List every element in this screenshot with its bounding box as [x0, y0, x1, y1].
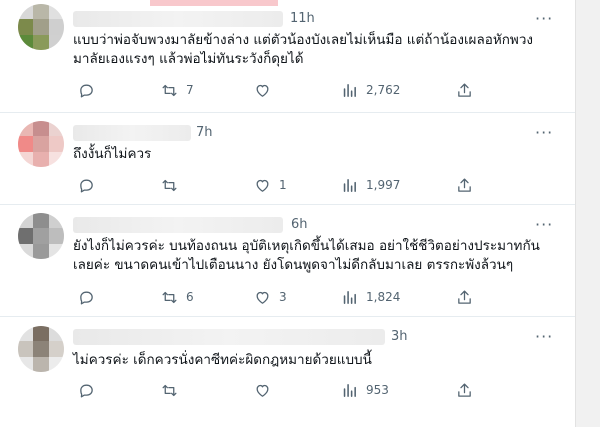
timestamp[interactable]: 3h: [391, 329, 408, 344]
reply-icon: [80, 84, 93, 97]
views-button[interactable]: 1,997: [341, 175, 400, 195]
more-icon[interactable]: ···: [535, 11, 553, 27]
redacted-username: [73, 217, 283, 233]
share-icon: [458, 382, 471, 397]
retweet-icon: [162, 384, 177, 396]
timestamp[interactable]: 7h: [196, 125, 213, 140]
retweet-button[interactable]: 6: [161, 287, 194, 307]
views-icon: [343, 83, 356, 97]
views-button[interactable]: 2,762: [341, 80, 400, 100]
retweet-button[interactable]: 7: [161, 80, 194, 100]
tweet-text: แบบว่าพ่อจับพวงมาลัยข้างล่าง แต่ตัวน้องบ…: [73, 32, 533, 67]
scrollbar[interactable]: [575, 0, 600, 427]
reply-button[interactable]: [78, 287, 103, 307]
retweet-icon: [162, 84, 177, 96]
reply-icon: [80, 291, 93, 304]
avatar[interactable]: [18, 326, 64, 372]
reply-button[interactable]: [78, 175, 103, 195]
reply-button[interactable]: [78, 80, 103, 100]
views-button[interactable]: 953: [341, 380, 389, 400]
share-button[interactable]: [456, 80, 473, 100]
tweet-text: ถึงงั้นก็ไม่ควร: [73, 146, 152, 162]
action-bar: 953: [73, 380, 478, 400]
reply-tweet[interactable]: 7h ··· ถึงงั้นก็ไม่ควร 1 1,997: [0, 112, 575, 205]
share-button[interactable]: [456, 287, 473, 307]
redacted-username: [73, 329, 385, 345]
timestamp[interactable]: 11h: [290, 11, 315, 26]
redacted-username: [73, 11, 283, 27]
retweet-icon: [162, 291, 177, 303]
reply-tweet[interactable]: 3h ··· ไม่ควรค่ะ เด็กควรนั่งคาซีทค่ะผิดก…: [0, 316, 575, 427]
like-button[interactable]: [254, 380, 279, 400]
reply-icon: [80, 179, 93, 192]
avatar[interactable]: [18, 4, 64, 50]
share-button[interactable]: [456, 175, 473, 195]
reply-button[interactable]: [78, 380, 103, 400]
redacted-username: [73, 125, 191, 141]
retweet-icon: [162, 179, 177, 191]
reply-tweet[interactable]: 6h ··· ยังไงก็ไม่ควรค่ะ บนท้องถนน อุบัติ…: [0, 204, 575, 317]
reply-icon: [80, 384, 93, 397]
share-icon: [458, 82, 471, 97]
scrollbar-thumb[interactable]: [582, 0, 594, 427]
share-icon: [458, 289, 471, 304]
like-button[interactable]: 3: [254, 287, 287, 307]
retweet-button[interactable]: [161, 175, 186, 195]
share-icon: [458, 177, 471, 192]
views-button[interactable]: 1,824: [341, 287, 400, 307]
views-icon: [343, 383, 356, 397]
avatar[interactable]: [18, 213, 64, 259]
more-icon[interactable]: ···: [535, 329, 553, 345]
tweet-text: ยังไงก็ไม่ควรค่ะ บนท้องถนน อุบัติเหตุเกิ…: [73, 238, 540, 273]
more-icon[interactable]: ···: [535, 125, 553, 141]
avatar[interactable]: [18, 121, 64, 167]
tweet-replies-panel: 11h ··· แบบว่าพ่อจับพวงมาลัยข้างล่าง แต่…: [0, 0, 575, 427]
like-button[interactable]: [254, 80, 279, 100]
views-icon: [343, 178, 356, 192]
action-bar: 6 3 1,824: [73, 287, 478, 307]
more-icon[interactable]: ···: [535, 217, 553, 233]
heart-icon: [256, 84, 269, 97]
action-bar: 1 1,997: [73, 175, 478, 195]
tweet-text: ไม่ควรค่ะ เด็กควรนั่งคาซีทค่ะผิดกฎหมายด้…: [73, 352, 372, 368]
timestamp[interactable]: 6h: [291, 217, 308, 232]
retweet-button[interactable]: [161, 380, 186, 400]
heart-icon: [256, 291, 269, 304]
heart-icon: [256, 179, 269, 192]
views-icon: [343, 290, 356, 304]
reply-tweet[interactable]: 11h ··· แบบว่าพ่อจับพวงมาลัยข้างล่าง แต่…: [0, 0, 575, 113]
like-button[interactable]: 1: [254, 175, 287, 195]
action-bar: 7 2,762: [73, 80, 478, 100]
heart-icon: [256, 384, 269, 397]
share-button[interactable]: [456, 380, 473, 400]
